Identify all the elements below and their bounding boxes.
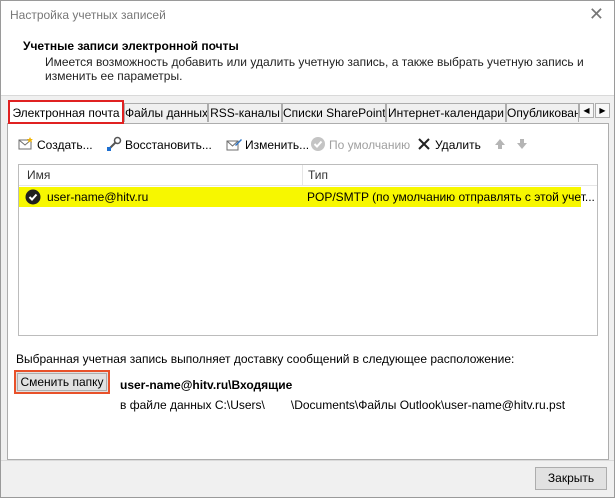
close-button[interactable]: Закрыть <box>535 467 607 490</box>
footer-divider <box>1 460 614 461</box>
tab-data-files[interactable]: Файлы данных <box>124 103 208 122</box>
arrow-down-icon <box>517 139 527 149</box>
tab-scroll-left-icon[interactable]: ◀ <box>579 103 594 118</box>
restore-button[interactable]: Восстановить... <box>106 136 212 154</box>
window-title: Настройка учетных записей <box>10 8 166 22</box>
edit-account-icon <box>226 139 242 151</box>
edit-label: Изменить... <box>245 138 310 152</box>
tab-internet-calendars[interactable]: Интернет-календари <box>386 103 506 122</box>
list-header: Имя Тип <box>19 165 597 186</box>
edit-button[interactable]: Изменить... <box>226 136 309 154</box>
section-title: Учетные записи электронной почты <box>23 39 239 53</box>
title-bar: Настройка учетных записей ✕ <box>1 1 614 31</box>
create-button[interactable]: Создать... <box>18 136 93 154</box>
delivery-info: Выбранная учетная запись выполняет доста… <box>16 352 515 366</box>
delivery-location: user-name@hitv.ru\Входящие <box>120 378 293 392</box>
tab-rss-feeds[interactable]: RSS-каналы <box>208 103 282 122</box>
delete-button[interactable]: Удалить <box>416 136 481 154</box>
set-default-label: По умолчанию <box>329 138 411 152</box>
column-type[interactable]: Тип <box>308 168 328 182</box>
default-account-check-icon <box>25 189 41 205</box>
path-suffix: \Documents\Файлы Outlook\user-name@hitv.… <box>290 398 566 412</box>
account-toolbar: Создать... Восстановить... Изменить... П… <box>18 134 598 156</box>
move-down-button[interactable] <box>514 136 533 154</box>
delete-label: Удалить <box>435 138 481 152</box>
delete-x-icon <box>418 138 430 150</box>
account-row[interactable]: user-name@hitv.ru POP/SMTP (по умолчанию… <box>19 187 595 207</box>
account-type: POP/SMTP (по умолчанию отправлять с этой… <box>307 190 595 204</box>
change-folder-label: Сменить папку <box>20 375 104 389</box>
account-name: user-name@hitv.ru <box>47 190 149 204</box>
account-settings-window: Настройка учетных записей ✕ Учетные запи… <box>0 0 615 498</box>
tab-published-calendars[interactable]: Опубликованн <box>506 103 579 122</box>
section-description: Имеется возможность добавить или удалить… <box>45 55 584 83</box>
repair-icon <box>107 136 122 151</box>
default-check-icon <box>311 137 325 151</box>
tab-email[interactable]: Электронная почта <box>8 100 124 124</box>
create-label: Создать... <box>37 138 93 152</box>
tab-strip: Электронная почта Файлы данных RSS-канал… <box>7 100 611 124</box>
header-area: Учетные записи электронной почты Имеется… <box>1 31 614 96</box>
close-icon[interactable]: ✕ <box>589 4 604 24</box>
move-up-button[interactable] <box>492 136 511 154</box>
accounts-list[interactable]: Имя Тип user-name@hitv.ru POP/SMTP (по у… <box>18 164 598 336</box>
restore-label: Восстановить... <box>125 138 212 152</box>
path-prefix: в файле данных C:\Users\ <box>120 398 265 412</box>
new-account-icon <box>18 137 33 150</box>
change-folder-button[interactable]: Сменить папку <box>14 370 110 394</box>
set-default-button[interactable]: По умолчанию <box>310 136 410 154</box>
arrow-up-icon <box>495 139 505 149</box>
tab-scroll-right-icon[interactable]: ▶ <box>595 103 610 118</box>
column-separator <box>302 165 303 185</box>
data-file-path: в файле данных C:\Users\ \Documents\Файлы… <box>120 398 565 412</box>
column-name[interactable]: Имя <box>27 168 50 182</box>
tab-sharepoint-lists[interactable]: Списки SharePoint <box>282 103 386 122</box>
